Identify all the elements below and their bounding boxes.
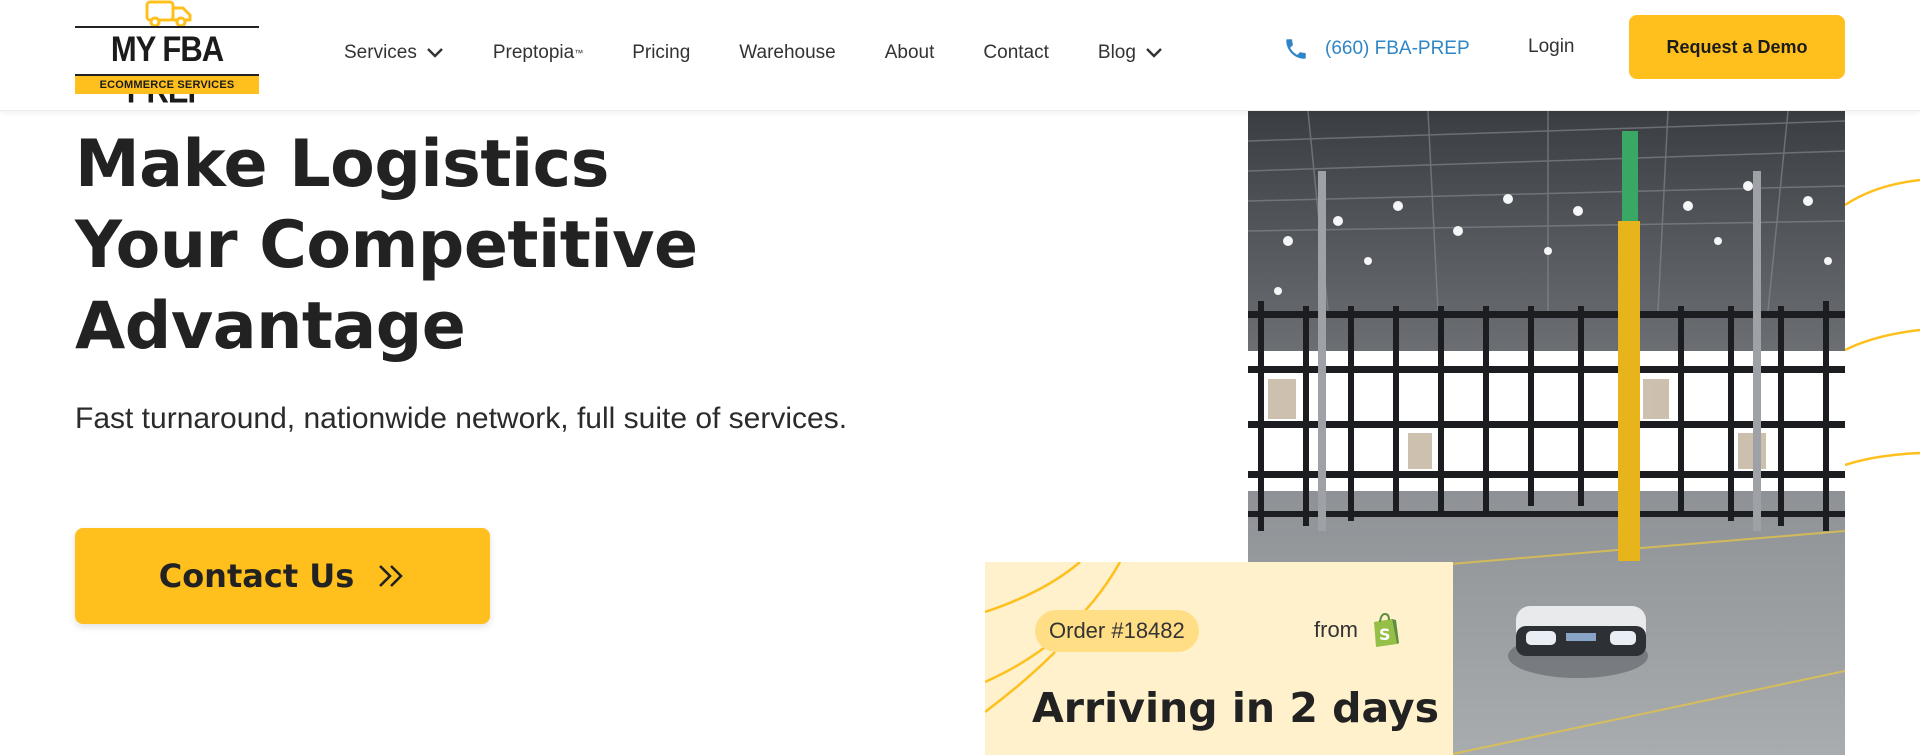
chevron-down-icon — [1146, 48, 1162, 58]
main-nav: Services Preptopia ™ Pricing Warehouse Ab… — [344, 38, 1212, 68]
nav-label: Warehouse — [739, 42, 836, 63]
brand-name: MY FBA PREP — [110, 29, 224, 111]
login-link[interactable]: Login — [1528, 36, 1575, 58]
nav-label: About — [884, 42, 935, 63]
phone-link[interactable]: (660) FBA-PREP — [1283, 36, 1470, 62]
hero-subtitle: Fast turnaround, nationwide network, ful… — [75, 402, 848, 435]
hero-title-line: Make Logistics — [75, 127, 609, 202]
site-header: MY FBA PREP ECOMMERCE SERVICES Services … — [0, 0, 1920, 111]
nav-item-blog[interactable]: Blog — [1098, 42, 1163, 64]
order-source: from S — [1314, 612, 1400, 648]
order-number-badge: Order #18482 — [1035, 610, 1199, 652]
chevron-down-icon — [427, 48, 443, 58]
hero-title: Make Logistics Your Competitive Advantag… — [75, 124, 835, 367]
phone-icon — [1286, 39, 1306, 59]
nav-label: Pricing — [632, 42, 691, 63]
nav-item-services[interactable]: Services — [344, 42, 444, 64]
order-from-label: from — [1314, 617, 1358, 642]
nav-label: Preptopia — [492, 42, 575, 63]
nav-item-about[interactable]: About — [885, 42, 935, 64]
request-demo-button[interactable]: Request a Demo — [1629, 15, 1845, 79]
arrival-eta: Arriving in 2 days — [1032, 684, 1440, 732]
nav-item-contact[interactable]: Contact — [983, 42, 1048, 64]
nav-label: Services — [344, 42, 417, 63]
nav-item-warehouse[interactable]: Warehouse — [739, 42, 835, 64]
hero-title-line: Your Competitive — [75, 208, 698, 283]
brand-tagline: ECOMMERCE SERVICES — [75, 74, 259, 94]
logo-rule — [75, 26, 259, 28]
contact-us-label: Contact Us — [158, 557, 355, 595]
nav-item-pricing[interactable]: Pricing — [632, 42, 690, 64]
shopify-bag-icon: S — [1374, 612, 1399, 647]
nav-label: Blog — [1097, 42, 1136, 63]
phone-number: (660) FBA-PREP — [1325, 38, 1470, 59]
decorative-lines — [1845, 178, 1920, 467]
double-chevron-right-icon — [379, 565, 404, 587]
brand-logo[interactable]: MY FBA PREP ECOMMERCE SERVICES — [75, 0, 259, 111]
nav-item-preptopia[interactable]: Preptopia ™ — [493, 42, 583, 64]
nav-label: Contact — [983, 42, 1049, 63]
truck-icon — [145, 0, 192, 28]
trademark-mark: ™ — [574, 48, 584, 58]
contact-us-button[interactable]: Contact Us — [75, 528, 490, 624]
hero-title-line: Advantage — [75, 289, 466, 364]
svg-text:S: S — [1379, 625, 1391, 644]
order-status-card: Order #18482 from S Arriving in 2 days — [985, 562, 1453, 755]
